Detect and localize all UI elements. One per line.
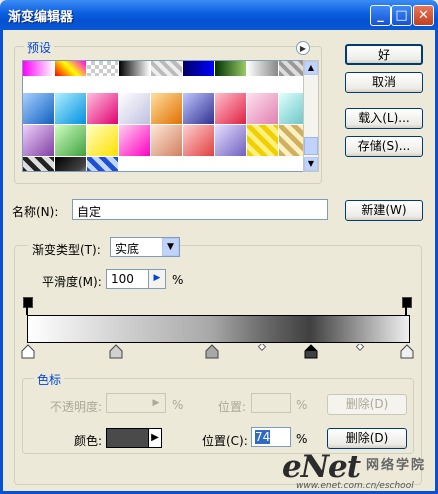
delete-color-button[interactable]: 删除(D)	[327, 428, 407, 449]
opacity-label: 不透明度:	[50, 400, 103, 414]
preset-swatch[interactable]	[55, 93, 87, 125]
save-button[interactable]: 存储(S)...	[345, 136, 423, 157]
smooth-value: 100	[111, 272, 134, 286]
opacity-stop-left[interactable]	[23, 297, 33, 308]
preset-swatch[interactable]	[151, 93, 183, 125]
maximize-icon: □	[395, 8, 408, 23]
maximize-button[interactable]: □	[391, 5, 412, 26]
preset-swatch[interactable]	[183, 61, 215, 77]
window-title: 渐变编辑器	[8, 10, 74, 25]
watermark-cn: 网络学院	[366, 458, 427, 473]
scroll-down-icon[interactable]: ▼	[304, 157, 318, 171]
preset-swatch[interactable]	[247, 93, 279, 125]
preset-swatch[interactable]	[87, 125, 119, 157]
color-stops-track	[21, 344, 414, 359]
preset-swatch[interactable]	[247, 125, 279, 157]
preset-swatch[interactable]	[23, 157, 55, 171]
minimize-button[interactable]: _	[370, 5, 391, 26]
delete-opacity-button: 删除(D)	[327, 394, 407, 415]
load-button[interactable]: 载入(L)...	[345, 108, 423, 129]
preset-swatch[interactable]	[119, 125, 151, 157]
gradient-preview-bar[interactable]	[27, 315, 410, 343]
gradient-type-value: 实底	[115, 242, 140, 256]
preset-swatch[interactable]	[23, 93, 55, 125]
midpoint-diamond[interactable]	[355, 344, 365, 351]
location-input-2[interactable]: 74	[251, 427, 291, 447]
location-unit-1: %	[296, 398, 308, 412]
color-stop[interactable]	[205, 344, 219, 359]
color-stop[interactable]	[21, 344, 35, 359]
preset-swatch[interactable]	[183, 125, 215, 157]
location-unit-2: %	[296, 432, 308, 446]
color-label: 颜色:	[74, 434, 103, 448]
cancel-button[interactable]: 取消	[345, 72, 423, 93]
preset-swatch[interactable]	[151, 125, 183, 157]
gradient-type-label: 渐变类型(T):	[32, 243, 101, 257]
preset-swatch[interactable]	[119, 61, 151, 77]
watermark-brand: eNet	[282, 449, 361, 485]
name-input[interactable]: 自定	[72, 199, 328, 220]
smooth-label: 平滑度(M):	[42, 275, 102, 289]
chevron-down-icon[interactable]: ▼	[162, 238, 179, 256]
preset-swatch[interactable]	[23, 125, 55, 157]
window-frame-left	[0, 30, 3, 494]
preset-swatch[interactable]	[55, 157, 87, 171]
preset-swatch[interactable]	[23, 61, 55, 77]
minimize-icon: _	[377, 8, 384, 23]
stop-line	[405, 307, 407, 315]
scroll-up-icon[interactable]: ▲	[304, 61, 318, 75]
scroll-thumb[interactable]	[304, 137, 318, 155]
preset-swatch[interactable]	[247, 61, 279, 77]
close-button[interactable]: ✕	[413, 5, 434, 26]
location-input-1	[251, 393, 291, 413]
preset-swatch[interactable]	[215, 61, 247, 77]
preset-swatch[interactable]	[279, 125, 303, 157]
opacity-stop-right[interactable]	[402, 297, 412, 308]
opacity-unit: %	[172, 398, 184, 412]
watermark-url: www.enet.com.cn/eschool	[296, 481, 414, 491]
color-stop[interactable]	[109, 344, 123, 359]
preset-swatch[interactable]	[87, 157, 119, 171]
name-label: 名称(N):	[12, 205, 59, 219]
color-stop-selected[interactable]	[304, 344, 318, 359]
preset-swatch[interactable]	[55, 61, 87, 77]
color-stop[interactable]	[400, 344, 414, 359]
opacity-arrow-icon: ▶	[152, 398, 160, 408]
preset-swatch[interactable]	[87, 93, 119, 125]
presets-scrollbar[interactable]: ▲ ▼	[303, 60, 319, 172]
location-label-2: 位置(C):	[202, 434, 248, 448]
preset-swatch[interactable]	[119, 93, 151, 125]
location-value: 74	[255, 430, 271, 444]
smooth-unit: %	[172, 273, 184, 287]
close-icon: ✕	[418, 8, 429, 23]
midpoint-diamond[interactable]	[257, 344, 267, 351]
preset-swatch[interactable]	[87, 61, 119, 77]
preset-swatch[interactable]	[215, 93, 247, 125]
preset-swatch[interactable]	[183, 93, 215, 125]
preset-swatch[interactable]	[279, 93, 303, 125]
ok-button[interactable]: 好	[345, 44, 423, 65]
stop-line	[26, 307, 28, 315]
preset-swatch[interactable]	[215, 125, 247, 157]
preset-swatch[interactable]	[55, 125, 87, 157]
preset-swatch[interactable]	[279, 61, 303, 77]
smooth-arrow-icon[interactable]: ▶	[148, 270, 165, 288]
preset-swatch[interactable]	[151, 61, 183, 77]
stops-label: 色标	[34, 371, 65, 388]
new-button[interactable]: 新建(W)	[345, 200, 423, 221]
color-menu-arrow-icon[interactable]: ▶	[148, 428, 162, 448]
presets-menu-arrow-icon[interactable]: ▶	[296, 41, 310, 55]
location-label-1: 位置:	[218, 400, 247, 414]
presets-grid	[22, 60, 304, 172]
presets-label: 预设	[24, 39, 55, 56]
